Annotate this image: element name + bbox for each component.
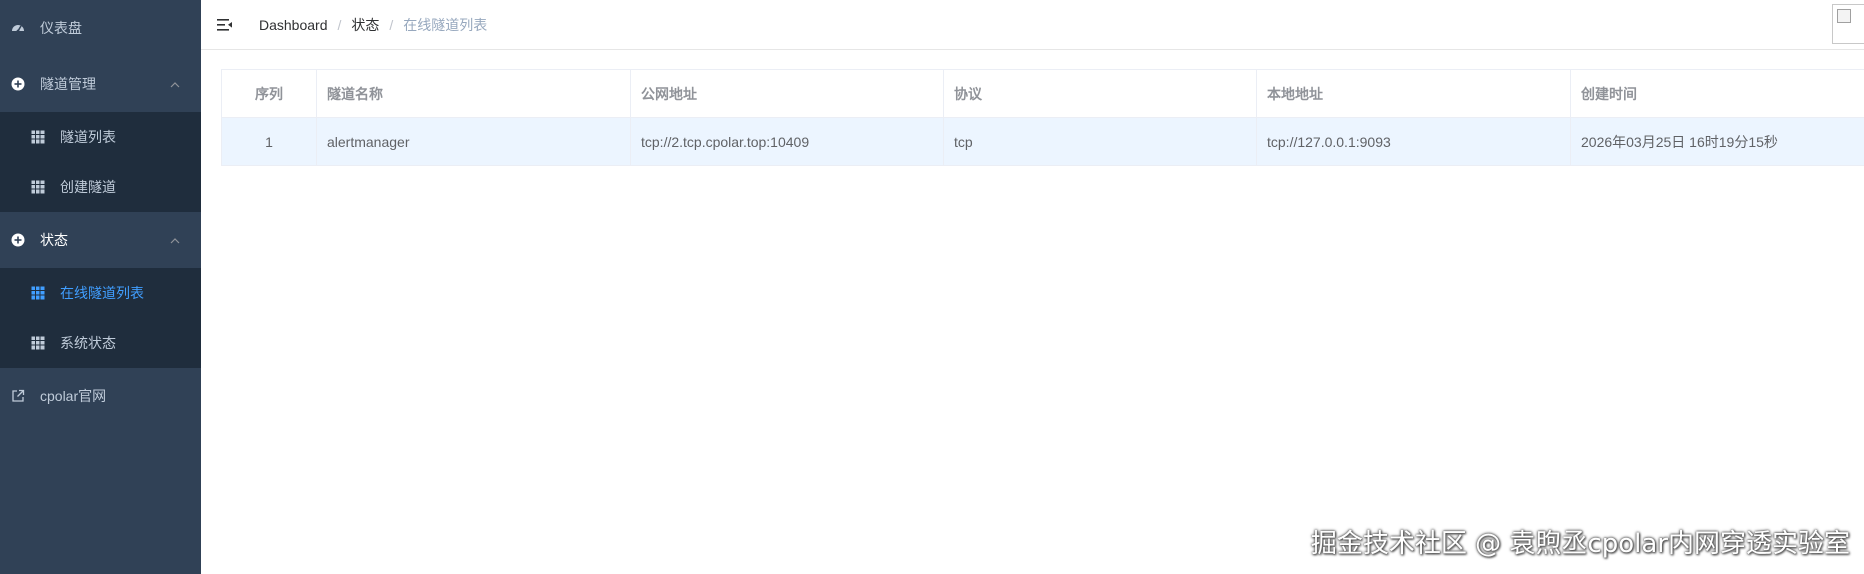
sidebar: 仪表盘 隧道管理 隧道列表 创建隧道 状态 在线隧道列表 系统状态 cpolar… xyxy=(0,0,201,574)
column-header: 隧道名称 xyxy=(316,69,631,118)
table-cell: tcp xyxy=(943,117,1257,166)
dashboard-icon xyxy=(10,21,26,35)
breadcrumb-separator: / xyxy=(337,16,342,33)
sidebar-item-tunnel-list[interactable]: 隧道列表 xyxy=(0,112,201,162)
column-header: 本地地址 xyxy=(1256,69,1571,118)
table-icon xyxy=(30,130,46,144)
table-icon xyxy=(30,286,46,300)
breadcrumb-item-current: 在线隧道列表 xyxy=(403,16,488,33)
sidebar-item-label: 状态 xyxy=(40,232,68,248)
sidebar-item-label: cpolar官网 xyxy=(40,388,107,404)
plus-circle-icon xyxy=(10,77,26,91)
navbar: Dashboard / 状态 / 在线隧道列表 xyxy=(201,0,1864,50)
sidebar-item-status[interactable]: 状态 xyxy=(0,212,201,268)
column-header: 公网地址 xyxy=(630,69,944,118)
column-header: 序列 xyxy=(221,69,317,118)
sidebar-item-tunnel-management[interactable]: 隧道管理 xyxy=(0,56,201,112)
column-header: 创建时间 xyxy=(1570,69,1864,118)
table-row[interactable]: 1 alertmanager tcp://2.tcp.cpolar.top:10… xyxy=(221,117,1864,166)
sidebar-item-cpolar-website[interactable]: cpolar官网 xyxy=(0,368,201,424)
table-cell: 1 xyxy=(221,117,317,166)
sidebar-item-label: 仪表盘 xyxy=(40,20,82,36)
main-content: Dashboard / 状态 / 在线隧道列表 序列 隧道名称 公网地址 协议 … xyxy=(201,0,1864,574)
sidebar-item-system-status[interactable]: 系统状态 xyxy=(0,318,201,368)
table-cell: 2026年03月25日 16时19分15秒 xyxy=(1570,117,1864,166)
sidebar-item-label: 创建隧道 xyxy=(60,179,116,195)
sidebar-item-label: 隧道管理 xyxy=(40,76,96,92)
sidebar-item-create-tunnel[interactable]: 创建隧道 xyxy=(0,162,201,212)
table-cell: alertmanager xyxy=(316,117,631,166)
breadcrumb: Dashboard / 状态 / 在线隧道列表 xyxy=(259,15,487,35)
table-cell: tcp://2.tcp.cpolar.top:10409 xyxy=(630,117,944,166)
table-icon xyxy=(30,336,46,350)
tunnel-table: 序列 隧道名称 公网地址 协议 本地地址 创建时间 1 alertmanager… xyxy=(221,69,1864,166)
watermark: 掘金技术社区 @ 袁煦丞cpolar内网穿透实验室 xyxy=(1310,529,1850,559)
submenu-status: 在线隧道列表 系统状态 xyxy=(0,268,201,368)
avatar[interactable] xyxy=(1832,4,1864,44)
external-link-icon xyxy=(10,389,26,403)
sidebar-item-online-tunnels[interactable]: 在线隧道列表 xyxy=(0,268,201,318)
hamburger-icon[interactable] xyxy=(217,0,241,50)
submenu-tunnel-management: 隧道列表 创建隧道 xyxy=(0,112,201,212)
plus-circle-icon xyxy=(10,233,26,247)
column-header: 协议 xyxy=(943,69,1257,118)
table-header-row: 序列 隧道名称 公网地址 协议 本地地址 创建时间 xyxy=(221,69,1864,118)
sidebar-item-label: 在线隧道列表 xyxy=(60,285,144,301)
table-icon xyxy=(30,180,46,194)
chevron-up-icon xyxy=(169,234,181,250)
breadcrumb-item-status[interactable]: 状态 xyxy=(351,15,379,35)
breadcrumb-item-dashboard[interactable]: Dashboard xyxy=(259,17,328,33)
breadcrumb-separator: / xyxy=(389,16,394,33)
sidebar-item-label: 隧道列表 xyxy=(60,129,116,145)
sidebar-item-label: 系统状态 xyxy=(60,335,116,351)
sidebar-item-dashboard[interactable]: 仪表盘 xyxy=(0,0,201,56)
chevron-up-icon xyxy=(169,78,181,94)
table-cell: tcp://127.0.0.1:9093 xyxy=(1256,117,1571,166)
